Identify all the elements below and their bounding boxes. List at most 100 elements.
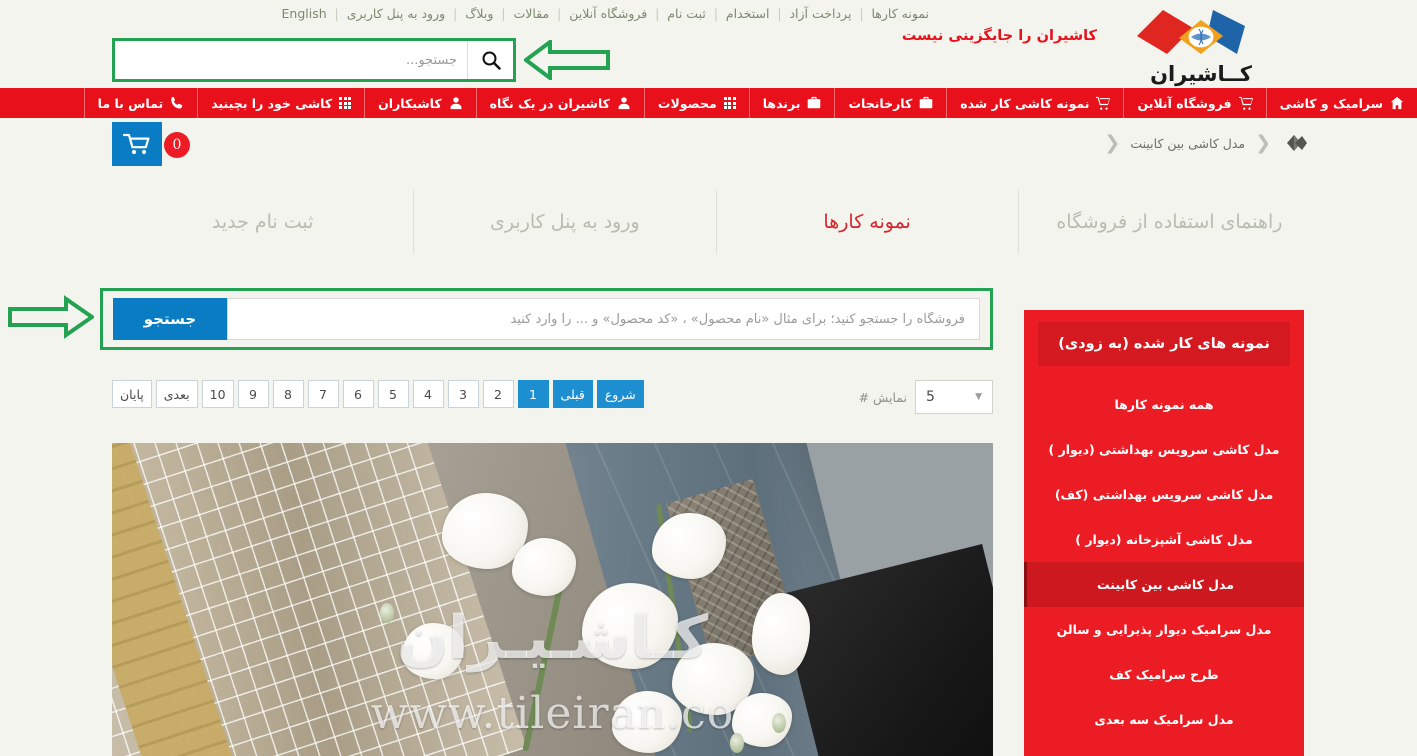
tab-2[interactable]: ورود به پنل کاربری [413, 190, 715, 254]
topnav-separator: | [501, 7, 506, 21]
pagination-item-6[interactable]: 6 [342, 380, 374, 408]
display-count-select[interactable]: ▼ 5 [915, 380, 993, 414]
pagination-item-7[interactable]: 7 [307, 380, 339, 408]
cart-icon [1096, 96, 1111, 110]
mainnav-item-8[interactable]: کاشی خود را بچینید [197, 88, 364, 118]
topnav-item-3[interactable]: ثبت نام [659, 0, 714, 28]
pagination-item-2[interactable]: 2 [482, 380, 514, 408]
mainnav-item-5[interactable]: محصولات [643, 88, 749, 118]
mainnav-item-label: برندها [762, 95, 801, 111]
cart-icon [1096, 96, 1111, 110]
pagination-item-5[interactable]: 5 [377, 380, 409, 408]
mainnav-item-4[interactable]: برندها [748, 88, 835, 118]
mainnav-item-label: نمونه کاشی کار شده [960, 95, 1090, 111]
logo-wordmark: کــاشیران [1150, 62, 1253, 86]
top-nav-links: نمونه کارها | پرداخت آزاد | استخدام | ثبت نام |… [274, 0, 937, 28]
sidebar-item-5[interactable]: مدل سرامیک دیوار پذیرایی و سالن [1024, 607, 1304, 652]
sidebar-item-7[interactable]: مدل سرامیک سه بعدی [1024, 697, 1304, 742]
pagination-item-قبلی[interactable]: قبلی [552, 380, 593, 408]
user-icon [449, 96, 463, 110]
topnav-item-4[interactable]: فروشگاه آنلاین [561, 0, 655, 28]
pagination-item-بعدی[interactable]: بعدی [155, 380, 198, 408]
mainnav-spacer [0, 88, 84, 118]
pagination-item-10[interactable]: 10 [201, 380, 234, 408]
topnav-item-7[interactable]: ورود به پنل کاربری [339, 0, 453, 28]
mainnav-item-9[interactable]: تماس با ما [83, 88, 198, 118]
mainnav-item-label: سرامیک و کاشی [1279, 95, 1383, 111]
topnav-item-1[interactable]: پرداخت آزاد [781, 0, 859, 28]
sidebar-item-1[interactable]: مدل کاشی سرویس بهداشتی (دیوار ) [1024, 427, 1304, 472]
sidebar-item-2[interactable]: مدل کاشی سرویس بهداشتی (کف) [1024, 472, 1304, 517]
grid-icon [723, 97, 736, 109]
sidebar-item-6[interactable]: طرح سرامیک کف [1024, 652, 1304, 697]
sidebar-item-3[interactable]: مدل کاشی آشپزخانه (دیوار ) [1024, 517, 1304, 562]
sidebar-item-4[interactable]: مدل کاشی بین کابینت [1024, 562, 1304, 607]
display-count-control: ▼ 5 نمایش # [859, 380, 993, 414]
breadcrumb-current[interactable]: مدل کاشی بین کابینت [1130, 136, 1245, 151]
search-icon[interactable] [467, 41, 513, 79]
pagination-item-1[interactable]: 1 [517, 380, 549, 408]
store-search-button[interactable]: جستجو [113, 298, 227, 340]
topnav-item-5[interactable]: مقالات [505, 0, 557, 28]
green-arrow-right-annotation [8, 295, 94, 339]
category-sidebar: نمونه های کار شده (به زودی) همه نمونه کا… [1024, 310, 1304, 756]
topnav-separator: | [777, 7, 782, 21]
image-watermark-fa: کـاشـیـران [396, 603, 709, 673]
cart-icon [123, 133, 150, 155]
tab-3[interactable]: ثبت نام جدید [112, 190, 413, 254]
green-arrow-left-annotation [524, 40, 610, 80]
cart-icon [1238, 96, 1253, 110]
topnav-separator: | [859, 7, 864, 21]
mainnav-item-1[interactable]: فروشگاه آنلاین [1123, 88, 1265, 118]
briefcase-icon [919, 96, 933, 109]
grid-icon [723, 97, 736, 109]
mainnav-item-label: کاشیکاران [378, 95, 442, 111]
mainnav-item-2[interactable]: نمونه کاشی کار شده [946, 88, 1123, 118]
tab-0[interactable]: راهنمای استفاده از فروشگاه [1017, 190, 1320, 254]
phone-icon [170, 96, 184, 110]
pagination-item-پایان[interactable]: پایان [112, 380, 152, 408]
topnav-item-8[interactable]: English [274, 0, 335, 28]
mainnav-item-label: کاشیران در یک نگاه [489, 95, 610, 111]
cart-button[interactable] [112, 122, 162, 166]
topnav-item-2[interactable]: استخدام [718, 0, 778, 28]
user-icon [617, 96, 631, 110]
pagination-item-شروع[interactable]: شروع [596, 380, 644, 408]
search-input[interactable] [115, 41, 467, 79]
phone-icon [171, 96, 183, 109]
mainnav-item-0[interactable]: سرامیک و کاشی [1265, 88, 1417, 118]
topnav-separator: | [557, 7, 562, 21]
home-diamond-icon[interactable] [1281, 130, 1307, 156]
pagination-item-3[interactable]: 3 [447, 380, 479, 408]
gallery-image[interactable]: کـاشـیـران www.tileiran.co [112, 443, 993, 756]
list-toolbar: پایان بعدی 10 9 8 7 6 5 4 3 2 1 قبلی شروع ▼ 5 نمایش # [112, 380, 993, 420]
tab-1[interactable]: نمونه کارها [715, 190, 1018, 254]
pagination-item-4[interactable]: 4 [412, 380, 444, 408]
store-search-box[interactable]: جستجو [100, 288, 993, 350]
pagination-item-8[interactable]: 8 [272, 380, 304, 408]
topnav-item-6[interactable]: وبلاگ [457, 0, 501, 28]
page-tabs: راهنمای استفاده از فروشگاه نمونه کارها ورو… [112, 190, 1320, 254]
grid-icon [339, 97, 352, 109]
briefcase-icon [808, 96, 821, 109]
mainnav-item-7[interactable]: کاشیکاران [364, 88, 475, 118]
pagination-item-9[interactable]: 9 [237, 380, 269, 408]
cart-strip: 0 ❮ مدل کاشی بین کابینت ❮ [0, 118, 1417, 174]
mainnav-item-6[interactable]: کاشیران در یک نگاه [475, 88, 644, 118]
mainnav-item-label: کارخانجات [848, 95, 913, 111]
sidebar-title: نمونه های کار شده (به زودی) [1038, 322, 1290, 366]
topnav-separator: | [713, 7, 718, 21]
store-search-input[interactable] [227, 298, 980, 340]
home-icon [1390, 96, 1404, 110]
mainnav-item-label: کاشی خود را بچینید [211, 95, 333, 111]
topnav-item-0[interactable]: نمونه کارها [863, 0, 937, 28]
display-count-value: 5 [926, 389, 935, 405]
top-search-box[interactable] [112, 38, 516, 82]
display-count-label: نمایش # [858, 389, 907, 405]
mainnav-item-3[interactable]: کارخانجات [834, 88, 946, 118]
image-watermark-en: www.tileiran.co [370, 688, 735, 739]
topnav-separator: | [453, 7, 458, 21]
top-utility-bar: نمونه کارها | پرداخت آزاد | استخدام | ثبت نام |… [0, 0, 1417, 28]
main-navigation: سرامیک و کاشی فروشگاه آنلاین نمونه کاشی کا… [0, 88, 1417, 118]
sidebar-item-0[interactable]: همه نمونه کارها [1024, 382, 1304, 427]
